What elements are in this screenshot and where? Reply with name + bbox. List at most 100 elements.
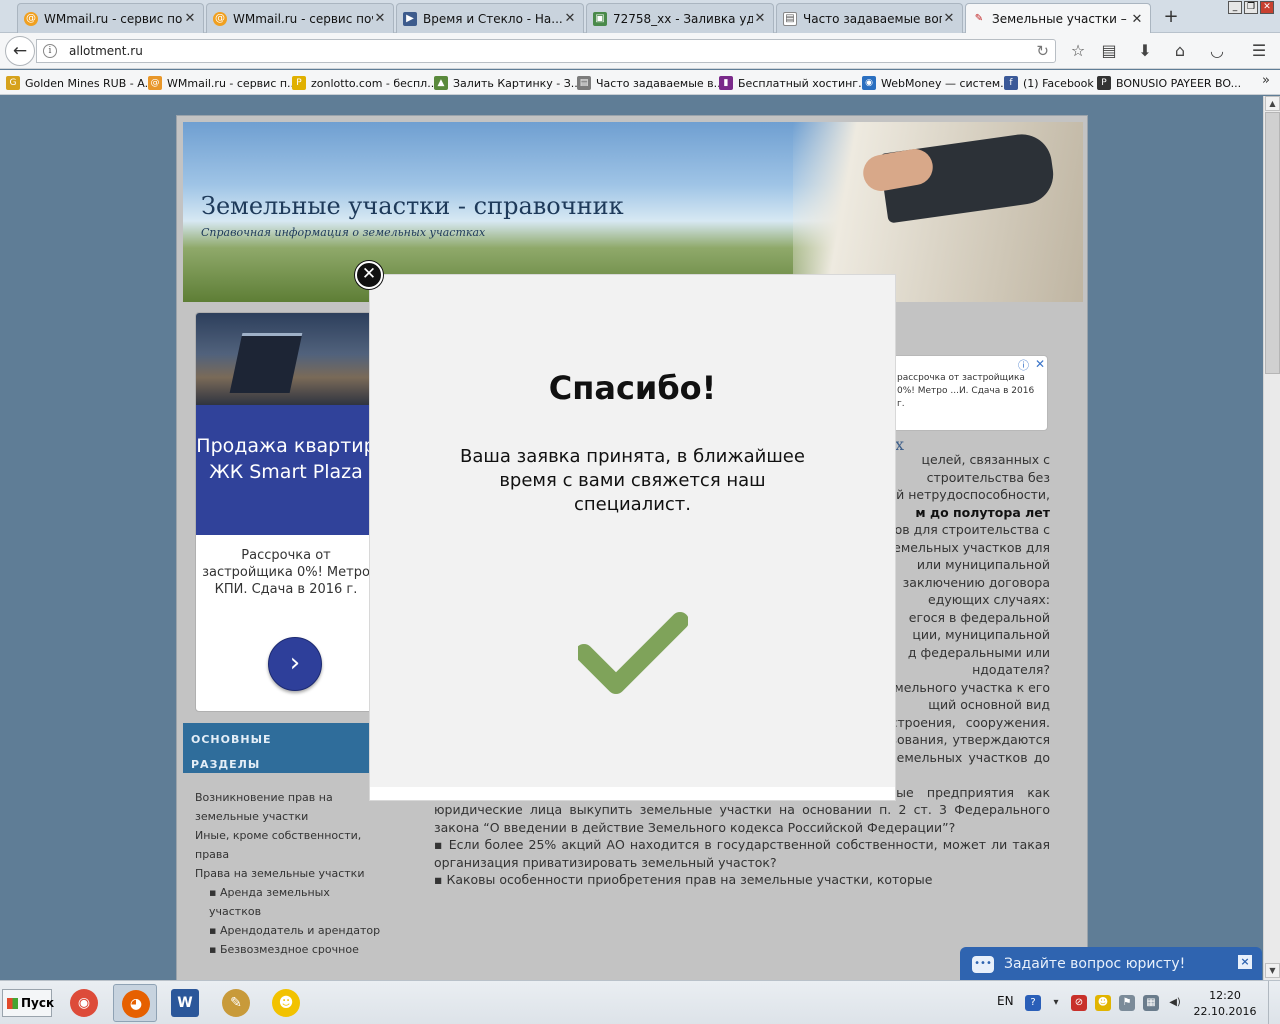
reading-list-icon[interactable]: ▤ (1099, 41, 1119, 61)
tab-3[interactable]: ▶ Время и Стекло - На... ✕ (396, 3, 584, 33)
cyberghost-app[interactable]: ☻ (264, 984, 308, 1022)
paint-app[interactable]: ✎ (214, 984, 258, 1022)
cyberghost-tray-icon[interactable]: ☻ (1095, 995, 1111, 1011)
pocket-icon[interactable]: ◡ (1207, 41, 1227, 61)
bookmark-item[interactable]: @ WMmail.ru - сервис п... (148, 74, 298, 92)
bookmark-label[interactable]: BONUSIO PAYEER BO... (1116, 77, 1241, 90)
close-tab-icon[interactable]: ✕ (563, 11, 577, 26)
firefox-app[interactable]: ◕ (113, 984, 157, 1022)
tab-title[interactable]: WMmail.ru - сервис почт... (233, 12, 373, 26)
bookmark-label[interactable]: WMmail.ru - сервис п... (167, 77, 298, 90)
menu-icon[interactable]: ☰ (1249, 41, 1269, 61)
home-icon[interactable]: ⌂ (1170, 41, 1190, 61)
download-icon[interactable]: ⬇ (1135, 41, 1155, 61)
start-button[interactable]: Пуск (2, 989, 55, 1017)
tab-title[interactable]: Земельные участки – ю... (992, 12, 1130, 26)
address-bar[interactable]: i allotment.ru ↻ (36, 39, 1056, 63)
info-icon[interactable]: i (43, 44, 57, 58)
ad-banner[interactable]: Продажа квартир ЖК Smart Plaza (196, 405, 374, 535)
sidebar-link[interactable]: ▪ Безвозмездное срочное (195, 940, 381, 959)
bookmark-label[interactable]: Golden Mines RUB - A... (25, 77, 155, 90)
bookmark-item[interactable]: Pzonlotto.com - беспл... (292, 74, 438, 92)
bookmark-label[interactable]: zonlotto.com - беспл... (311, 77, 438, 90)
help-icon[interactable]: ? (1025, 995, 1041, 1011)
chrome-app[interactable]: ◉ (62, 984, 106, 1022)
tab-title[interactable]: Часто задаваемые вопр... (803, 12, 942, 26)
tray-expand-icon[interactable]: ▾ (1048, 995, 1064, 1011)
volume-icon[interactable]: ◀) (1167, 995, 1183, 1011)
clock-date[interactable]: 22.10.2016 (1193, 1005, 1257, 1018)
minimize-button[interactable]: _ (1228, 1, 1242, 14)
vertical-scrollbar[interactable]: ▲ ▼ (1263, 96, 1280, 980)
lawyer-chat-widget[interactable]: ••• Задайте вопрос юристу! × (960, 947, 1262, 980)
bookmark-item[interactable]: G Golden Mines RUB - A... (6, 74, 155, 92)
tab-6[interactable]: ✎ Земельные участки – ю...✕ (965, 3, 1151, 34)
clock-time[interactable]: 12:20 (1197, 989, 1253, 1002)
bookmark-label[interactable]: Часто задаваемые в... (596, 77, 724, 90)
ad-arrow-button[interactable]: › (268, 637, 322, 691)
tab-1[interactable]: @ WMmail.ru - сервис почт...✕ (17, 3, 204, 33)
sidebar-link[interactable]: ▪ Арендодатель и арендатор (195, 921, 381, 940)
reload-icon[interactable]: ↻ (1036, 42, 1049, 60)
bookmark-label[interactable]: (1) Facebook (1023, 77, 1094, 90)
chevron-right-icon[interactable]: » (1262, 73, 1270, 88)
sidebar-link[interactable]: ▪ Аренда земельных участков (195, 883, 381, 921)
maximize-button[interactable]: ❐ (1244, 1, 1258, 14)
bookmark-item[interactable]: P BONUSIO PAYEER BO... (1097, 74, 1241, 92)
tab-2[interactable]: @ WMmail.ru - сервис почт...✕ (206, 3, 394, 33)
flag-icon[interactable]: ⚑ (1119, 995, 1135, 1011)
chat-close-icon[interactable]: × (1238, 955, 1252, 969)
site-title[interactable]: Земельные участки - справочник (201, 192, 624, 220)
bookmark-item[interactable]: ◉ WebMoney — систем... (862, 74, 1011, 92)
bookmark-favicon-icon: P (292, 76, 306, 90)
scroll-down-icon[interactable]: ▼ (1265, 963, 1280, 978)
new-tab-button[interactable]: + (1160, 6, 1182, 28)
ad-title[interactable]: Продажа квартир ЖК Smart Plaza (196, 433, 374, 485)
close-tab-icon[interactable]: ✕ (942, 11, 956, 26)
tab-bar: @WMmail.ru - сервис почт...✕@WMmail.ru -… (0, 0, 1280, 34)
close-tab-icon[interactable]: ✕ (373, 11, 387, 26)
chrome-icon: ◉ (70, 989, 98, 1017)
tab-title[interactable]: Время и Стекло - На... (423, 12, 563, 26)
close-tab-icon[interactable]: ✕ (753, 11, 767, 26)
bookmark-item[interactable]: ▤ Часто задаваемые в... (577, 74, 724, 92)
tab-title[interactable]: WMmail.ru - сервис почт... (44, 12, 183, 26)
tab-4[interactable]: ▣ 72758_xx - Заливка уда...✕ (586, 3, 774, 33)
tab-title[interactable]: 72758_xx - Заливка уда... (613, 12, 753, 26)
sidebar-heading-line-1: ОСНОВНЫЕ (191, 733, 272, 746)
tab-5[interactable]: ▤ Часто задаваемые вопр...✕ (776, 3, 963, 33)
close-tab-icon[interactable]: ✕ (1130, 12, 1144, 27)
chat-label[interactable]: Задайте вопрос юристу! (1004, 956, 1185, 972)
close-window-button[interactable]: ✕ (1260, 1, 1274, 14)
close-tab-icon[interactable]: ✕ (183, 11, 197, 26)
security-icon[interactable]: ⊘ (1071, 995, 1087, 1011)
url-text[interactable]: allotment.ru (69, 44, 143, 58)
bookmark-item[interactable]: f (1) Facebook (1004, 74, 1094, 92)
right-advertisement[interactable]: ⓘ ✕ рассрочка от застройщика 0%! Метро .… (892, 355, 1048, 431)
sidebar-link[interactable]: Права на земельные участки (195, 864, 381, 883)
bookmark-star-icon[interactable]: ☆ (1068, 41, 1088, 61)
bookmark-label[interactable]: WebMoney — систем... (881, 77, 1011, 90)
modal-close-button[interactable]: ✕ (355, 261, 383, 289)
word-app[interactable]: W (163, 984, 207, 1022)
scroll-up-icon[interactable]: ▲ (1265, 96, 1280, 111)
windows-taskbar: Пуск ◉ ◕ W ✎ ☻ EN ? ▾ ⊘ ☻ ⚑ ▦ ◀) 12:20 22.10… (0, 980, 1280, 1024)
network-icon[interactable]: ▦ (1143, 995, 1159, 1011)
sidebar-link[interactable]: Возникновение прав на земельные участки (195, 788, 381, 826)
bookmark-item[interactable]: ▲ Залить Картинку - З... (434, 74, 581, 92)
ad-info-icon[interactable]: ⓘ (1018, 357, 1029, 373)
cyberghost-icon: ☻ (272, 989, 300, 1017)
start-label: Пуск (21, 996, 55, 1010)
bookmark-label[interactable]: Залить Картинку - З... (453, 77, 581, 90)
scrollbar-thumb[interactable] (1265, 112, 1280, 374)
bookmark-label[interactable]: Бесплатный хостинг... (738, 77, 869, 90)
sidebar-link[interactable]: Иные, кроме собственности, права (195, 826, 381, 864)
close-icon[interactable]: ✕ (1035, 357, 1045, 371)
paint-icon: ✎ (222, 989, 250, 1017)
bookmark-item[interactable]: ▮ Бесплатный хостинг... (719, 74, 869, 92)
arrow-left-icon: ← (12, 41, 28, 61)
advertisement[interactable]: Продажа квартир ЖК Smart Plaza Рассрочка… (195, 312, 375, 712)
back-button[interactable]: ← (5, 36, 35, 66)
language-indicator[interactable]: EN (997, 994, 1014, 1008)
show-desktop-button[interactable] (1268, 981, 1280, 1024)
